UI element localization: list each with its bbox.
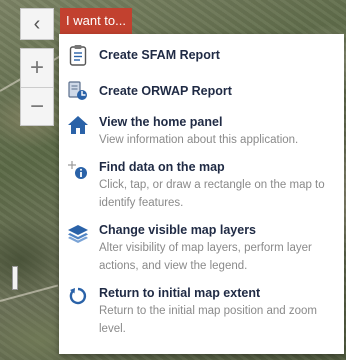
menu-item-change-layers[interactable]: Change visible map layers Alter visibili… xyxy=(59,218,344,281)
menu-item-title: View the home panel xyxy=(99,115,223,129)
menu-item-title: Create ORWAP Report xyxy=(99,84,232,98)
menu-item-title: Find data on the map xyxy=(99,160,225,174)
i-want-to-button[interactable]: I want to... xyxy=(60,8,132,34)
zoom-controls: + − xyxy=(20,48,54,126)
reset-extent-icon xyxy=(67,285,89,307)
identify-icon xyxy=(67,159,89,181)
menu-item-description: View information about this application. xyxy=(99,134,299,146)
i-want-to-menu: Create SFAM Report Create ORWAP Report V… xyxy=(59,34,344,354)
zoom-out-button[interactable]: − xyxy=(21,87,53,126)
map-road xyxy=(0,284,59,302)
menu-item-return-initial-extent[interactable]: Return to initial map extent Return to t… xyxy=(59,281,344,344)
panel-resize-handle[interactable] xyxy=(12,266,18,290)
menu-item-title: Return to initial map extent xyxy=(99,286,261,300)
report-tools-icon xyxy=(67,80,89,102)
menu-item-title: Change visible map layers xyxy=(99,223,257,237)
plus-icon: + xyxy=(29,54,44,81)
menu-item-create-sfam-report[interactable]: Create SFAM Report xyxy=(59,38,344,74)
layers-icon xyxy=(67,222,89,244)
menu-item-description: Alter visibility of map layers, perform … xyxy=(99,242,312,272)
home-icon xyxy=(67,114,89,136)
menu-item-description: Click, tap, or draw a rectangle on the m… xyxy=(99,179,325,209)
menu-item-find-data[interactable]: Find data on the map Click, tap, or draw… xyxy=(59,155,344,218)
zoom-in-button[interactable]: + xyxy=(21,49,53,87)
chevron-left-icon: ‹ xyxy=(33,12,41,35)
back-button[interactable]: ‹ xyxy=(20,8,54,40)
clipboard-icon xyxy=(67,44,89,66)
menu-item-create-orwap-report[interactable]: Create ORWAP Report xyxy=(59,74,344,110)
menu-item-description: Return to the initial map position and z… xyxy=(99,305,317,335)
minus-icon: − xyxy=(29,93,44,120)
menu-item-view-home-panel[interactable]: View the home panel View information abo… xyxy=(59,110,344,155)
menu-item-title: Create SFAM Report xyxy=(99,48,220,62)
